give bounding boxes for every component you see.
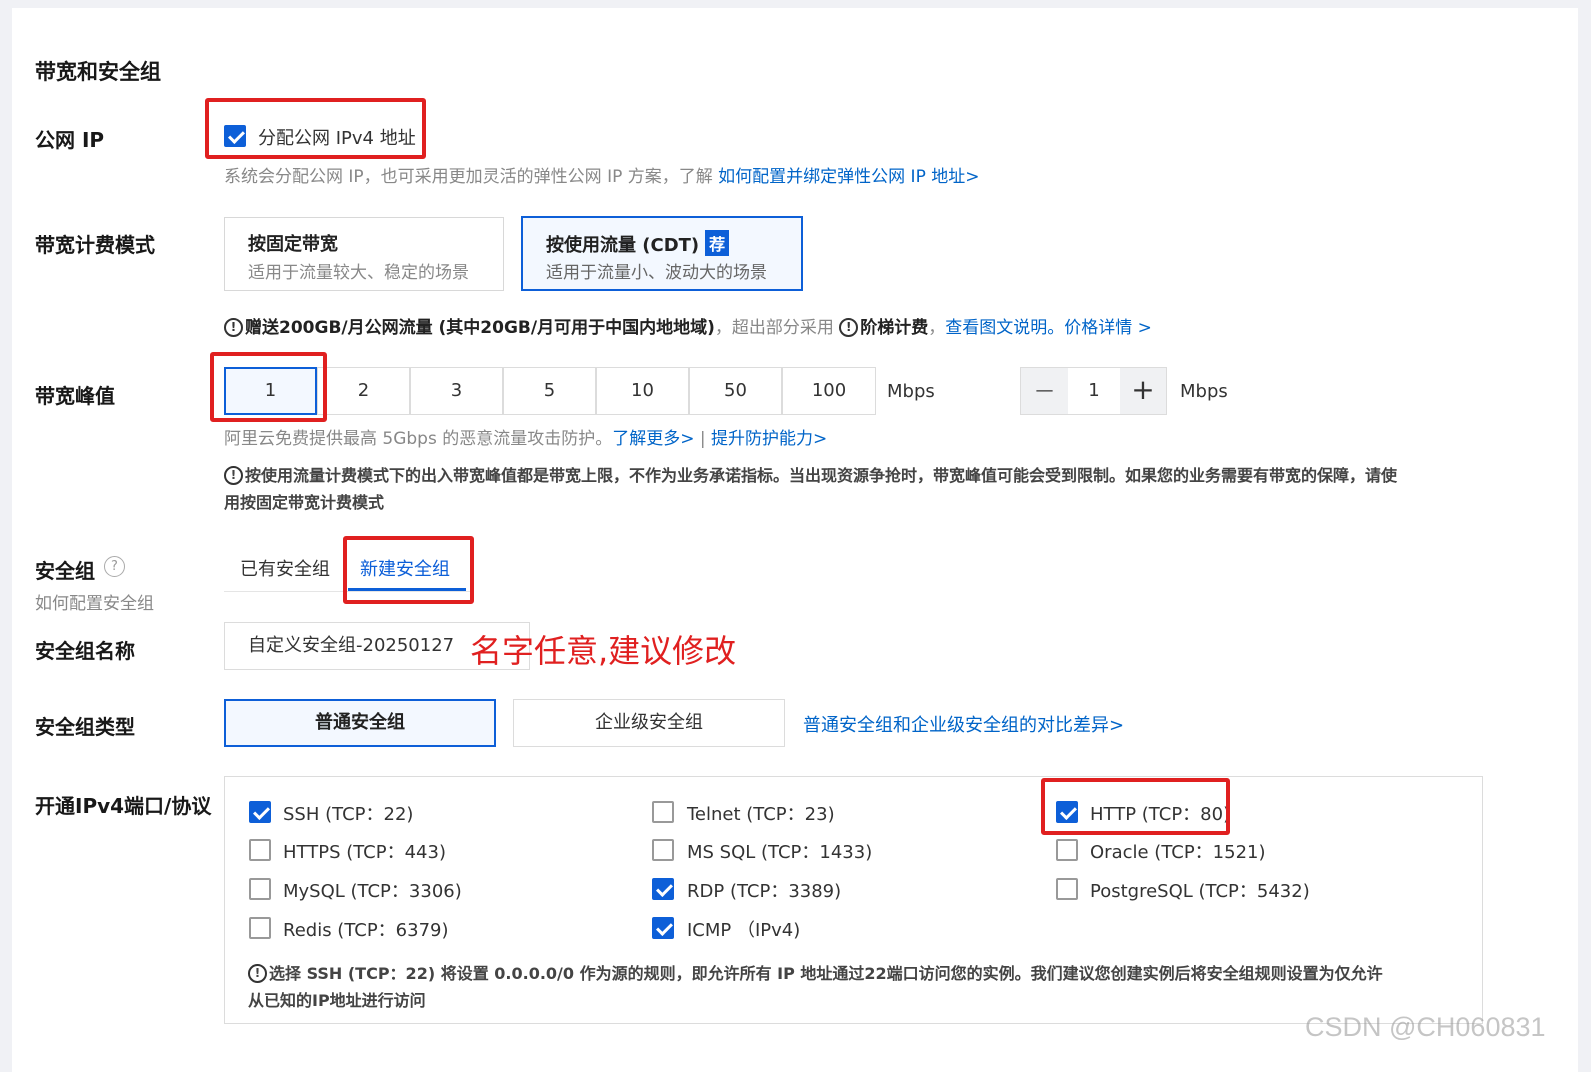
sg-type-enterprise[interactable]: 企业级安全组 bbox=[513, 699, 785, 747]
port-checkbox-icmp[interactable] bbox=[652, 917, 674, 939]
help-icon[interactable]: ? bbox=[104, 556, 125, 577]
bandwidth-option-10[interactable]: 10 bbox=[596, 367, 689, 415]
port-checkbox-oracle[interactable] bbox=[1056, 839, 1078, 861]
stepper-value-input[interactable]: 1 bbox=[1068, 368, 1120, 414]
section-title: 带宽和安全组 bbox=[35, 60, 161, 84]
port-label-rdp[interactable]: RDP (TCP：3389) bbox=[687, 877, 841, 903]
billing-note-bold: 赠送200GB/月公网流量 (其中20GB/月可用于中国内地地域) bbox=[245, 318, 715, 338]
port-label-mysql[interactable]: MySQL (TCP：3306) bbox=[283, 877, 462, 903]
billing-option-traffic-title: 按使用流量 (CDT) bbox=[546, 235, 700, 256]
port-checkbox-telnet[interactable] bbox=[652, 801, 674, 823]
sg-type-normal[interactable]: 普通安全组 bbox=[224, 699, 496, 747]
bandwidth-option-50[interactable]: 50 bbox=[689, 367, 782, 415]
bandwidth-warning-line1: 按使用流量计费模式下的出入带宽峰值都是带宽上限，不作为业务承诺指标。当出现资源争… bbox=[245, 466, 1398, 485]
billing-note-link-guide[interactable]: 查看图文说明。 bbox=[945, 318, 1064, 338]
highlight-public-ip bbox=[205, 98, 426, 159]
stepper-plus-button[interactable]: + bbox=[1120, 368, 1166, 414]
port-label-https[interactable]: HTTPS (TCP：443) bbox=[283, 838, 446, 864]
port-label-ssh[interactable]: SSH (TCP：22) bbox=[283, 800, 413, 826]
sg-name-value: 自定义安全组-20250127 bbox=[248, 635, 455, 656]
billing-option-traffic[interactable]: 按使用流量 (CDT) 荐 适用于流量小、波动大的场景 bbox=[521, 216, 803, 291]
bandwidth-unit: Mbps bbox=[887, 381, 935, 402]
bandwidth-option-2[interactable]: 2 bbox=[317, 367, 410, 415]
port-checkbox-ssh[interactable] bbox=[249, 801, 271, 823]
stepper-unit: Mbps bbox=[1180, 381, 1228, 402]
bandwidth-hint-text: 阿里云免费提供最高 5Gbps 的恶意流量攻击防护。 bbox=[224, 429, 613, 449]
public-ip-hint: 系统会分配公网 IP，也可采用更加灵活的弹性公网 IP 方案，了解 如何配置并绑… bbox=[224, 162, 979, 187]
warning-icon: ! bbox=[248, 964, 267, 983]
billing-option-traffic-subtitle: 适用于流量小、波动大的场景 bbox=[546, 263, 767, 283]
port-label-mssql[interactable]: MS SQL (TCP：1433) bbox=[687, 838, 872, 864]
warning-icon: ! bbox=[839, 318, 859, 337]
port-label-icmp[interactable]: ICMP （IPv4) bbox=[687, 916, 800, 942]
stepper-minus-button[interactable]: — bbox=[1021, 368, 1068, 414]
port-label-redis[interactable]: Redis (TCP：6379) bbox=[283, 916, 449, 942]
bandwidth-hint-link-more[interactable]: 了解更多> bbox=[612, 429, 694, 449]
ports-warning: ! 选择 SSH (TCP：22) 将设置 0.0.0.0/0 作为源的规则，即允… bbox=[248, 960, 1468, 1014]
public-ip-hint-link[interactable]: 如何配置并绑定弹性公网 IP 地址> bbox=[718, 167, 979, 187]
billing-option-fixed-title: 按固定带宽 bbox=[248, 234, 338, 255]
billing-note: ! 赠送200GB/月公网流量 (其中20GB/月可用于中国内地地域)，超出部分采… bbox=[224, 313, 1152, 338]
highlight-new-tab bbox=[343, 536, 474, 604]
port-checkbox-mssql[interactable] bbox=[652, 839, 674, 861]
port-label-oracle[interactable]: Oracle (TCP：1521) bbox=[1090, 838, 1266, 864]
bandwidth-warning: ! 按使用流量计费模式下的出入带宽峰值都是带宽上限，不作为业务承诺指标。当出现资源… bbox=[224, 462, 1524, 516]
bandwidth-option-5[interactable]: 5 bbox=[503, 367, 596, 415]
bandwidth-stepper: — 1 + bbox=[1020, 367, 1167, 415]
billing-label: 带宽计费模式 bbox=[35, 233, 155, 257]
port-checkbox-postgresql[interactable] bbox=[1056, 878, 1078, 900]
ports-warning-line1: 选择 SSH (TCP：22) 将设置 0.0.0.0/0 作为源的规则，即允许… bbox=[269, 964, 1383, 983]
highlight-http bbox=[1041, 778, 1230, 835]
port-checkbox-redis[interactable] bbox=[249, 917, 271, 939]
annotation-text: 名字任意,建议修改 bbox=[470, 632, 737, 670]
warning-icon: ! bbox=[224, 318, 243, 337]
recommend-badge: 荐 bbox=[705, 230, 730, 256]
warning-icon: ! bbox=[224, 466, 243, 485]
billing-note-link-price[interactable]: 价格详情 > bbox=[1064, 318, 1152, 338]
ports-warning-line2: 从已知的IP地址进行访问 bbox=[248, 991, 426, 1010]
public-ip-label: 公网 IP bbox=[35, 128, 105, 152]
security-group-sublabel[interactable]: 如何配置安全组 bbox=[35, 589, 154, 614]
billing-option-fixed[interactable]: 按固定带宽 适用于流量较大、稳定的场景 bbox=[224, 217, 504, 291]
bandwidth-hint: 阿里云免费提供最高 5Gbps 的恶意流量攻击防护。了解更多> | 提升防护能力… bbox=[224, 424, 827, 449]
bandwidth-hint-sep: | bbox=[694, 429, 712, 449]
billing-option-fixed-subtitle: 适用于流量较大、稳定的场景 bbox=[248, 263, 469, 283]
sg-name-label: 安全组名称 bbox=[35, 639, 135, 663]
bandwidth-warning-line2: 用按固定带宽计费模式 bbox=[224, 493, 385, 512]
public-ip-hint-text: 系统会分配公网 IP，也可采用更加灵活的弹性公网 IP 方案，了解 bbox=[224, 167, 719, 187]
sg-type-label: 安全组类型 bbox=[35, 715, 135, 739]
sg-type-compare-link[interactable]: 普通安全组和企业级安全组的对比差异> bbox=[803, 711, 1124, 737]
port-label-postgresql[interactable]: PostgreSQL (TCP：5432) bbox=[1090, 877, 1310, 903]
billing-note-sep: ， bbox=[928, 318, 946, 338]
billing-note-tier: 阶梯计费 bbox=[860, 318, 929, 338]
port-checkbox-https[interactable] bbox=[249, 839, 271, 861]
bandwidth-option-100[interactable]: 100 bbox=[782, 367, 876, 415]
port-checkbox-rdp[interactable] bbox=[652, 878, 674, 900]
ports-label: 开通IPv4端口/协议 bbox=[35, 794, 212, 818]
security-group-label: 安全组 bbox=[35, 559, 95, 583]
bandwidth-peak-label: 带宽峰值 bbox=[35, 384, 115, 408]
watermark: CSDN @CH060831 bbox=[1305, 1012, 1546, 1042]
highlight-bandwidth bbox=[210, 352, 327, 422]
bandwidth-hint-link-protect[interactable]: 提升防护能力> bbox=[711, 429, 827, 449]
bandwidth-option-3[interactable]: 3 bbox=[410, 367, 503, 415]
port-checkbox-mysql[interactable] bbox=[249, 878, 271, 900]
billing-note-plain: ，超出部分采用 bbox=[714, 318, 840, 338]
port-label-telnet[interactable]: Telnet (TCP：23) bbox=[687, 800, 835, 826]
tab-existing-security-group[interactable]: 已有安全组 bbox=[240, 555, 330, 581]
